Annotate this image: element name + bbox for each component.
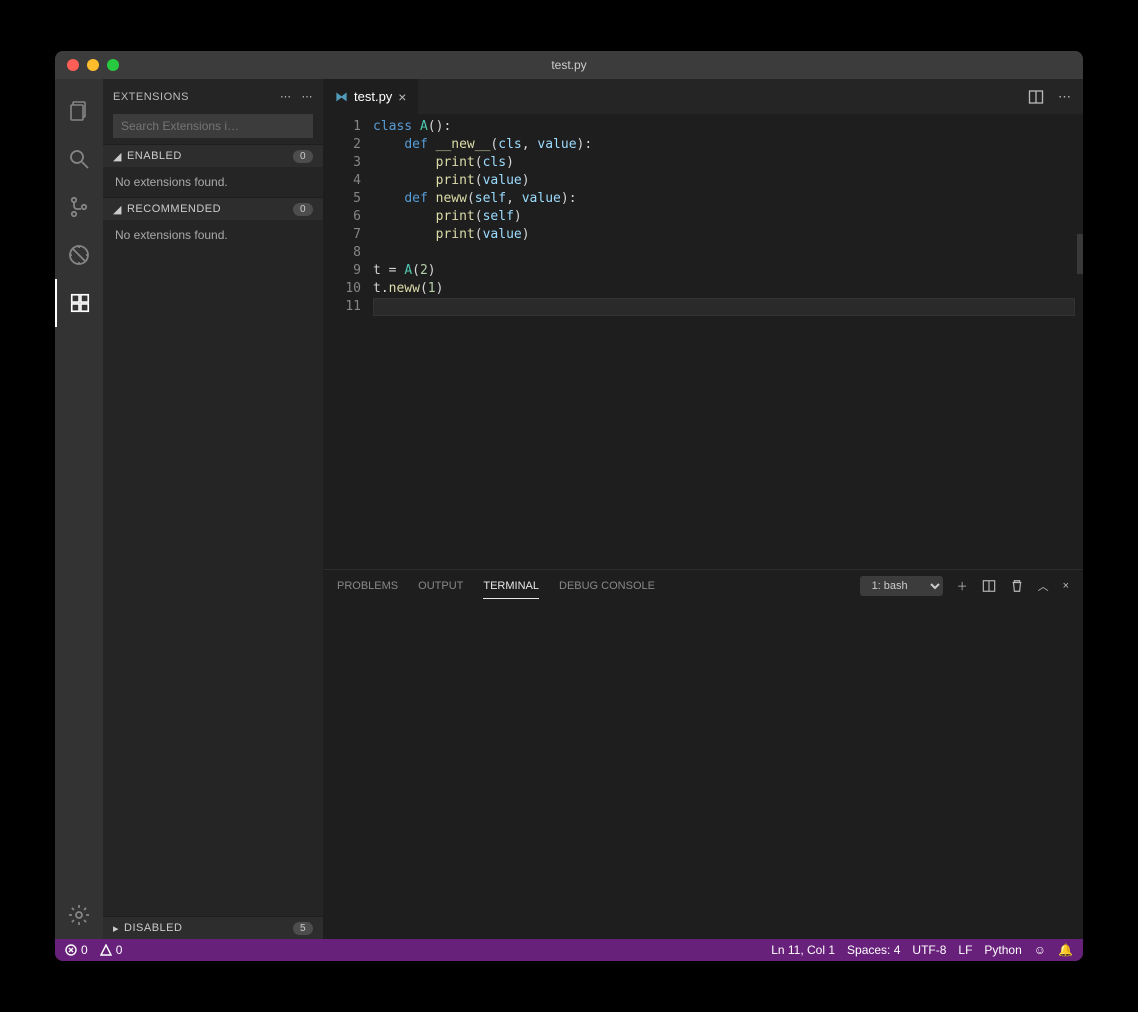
recommended-header[interactable]: ◢Recommended 0	[103, 198, 323, 220]
tab-debug-console[interactable]: Debug Console	[559, 574, 655, 599]
disabled-count-badge: 5	[293, 922, 313, 935]
status-warnings[interactable]: 0	[100, 943, 123, 957]
status-bar: 0 0 Ln 11, Col 1 Spaces: 4 UTF-8 LF Pyth…	[55, 939, 1083, 961]
disabled-header[interactable]: ▸Disabled 5	[103, 917, 323, 939]
status-eol[interactable]: LF	[958, 943, 972, 957]
tab-terminal[interactable]: Terminal	[483, 574, 539, 599]
settings-gear-icon[interactable]	[55, 891, 103, 939]
activity-bar	[55, 79, 103, 939]
maximize-window-button[interactable]	[107, 59, 119, 71]
chevron-down-icon: ◢	[113, 203, 122, 216]
status-lang[interactable]: Python	[984, 943, 1021, 957]
debug-icon[interactable]	[55, 231, 103, 279]
disabled-section: ▸Disabled 5	[103, 916, 323, 939]
recommended-count-badge: 0	[293, 203, 313, 216]
tab-test-py[interactable]: ⧓ test.py ×	[323, 79, 419, 114]
split-terminal-icon[interactable]	[982, 579, 996, 593]
tab-output[interactable]: Output	[418, 574, 463, 599]
tab-bar: ⧓ test.py × ⋯	[323, 79, 1083, 114]
terminal-body[interactable]	[323, 602, 1083, 939]
python-file-icon: ⧓	[335, 89, 348, 105]
search-icon[interactable]	[55, 135, 103, 183]
maximize-panel-icon[interactable]: ︿	[1038, 578, 1049, 594]
enabled-section: ◢Enabled 0 No extensions found.	[103, 144, 323, 197]
window-controls	[55, 59, 119, 71]
split-editor-icon[interactable]	[1028, 89, 1044, 105]
enabled-count-badge: 0	[293, 150, 313, 163]
titlebar: test.py	[55, 51, 1083, 79]
extensions-search	[113, 114, 313, 138]
status-encoding[interactable]: UTF-8	[912, 943, 946, 957]
tab-problems[interactable]: Problems	[337, 574, 398, 599]
extensions-icon[interactable]	[55, 279, 103, 327]
sidebar-header: Extensions ⋯ ⋯	[103, 79, 323, 114]
bottom-panel: Problems Output Terminal Debug Console 1…	[323, 569, 1083, 939]
explorer-icon[interactable]	[55, 87, 103, 135]
vscode-window: test.py Extensions ⋯ ⋯	[55, 51, 1083, 961]
enabled-empty: No extensions found.	[103, 167, 323, 197]
clear-filter-icon[interactable]: ⋯	[280, 90, 292, 103]
feedback-icon[interactable]: ☺	[1034, 943, 1046, 957]
close-window-button[interactable]	[67, 59, 79, 71]
tab-label: test.py	[354, 89, 392, 104]
minimap[interactable]	[1075, 114, 1083, 569]
code-editor[interactable]: 1234567891011 class A(): def __new__(cls…	[323, 114, 1083, 569]
editor-area: ⧓ test.py × ⋯ 1234567891011 class A(): d…	[323, 79, 1083, 939]
status-errors[interactable]: 0	[65, 943, 88, 957]
more-actions-icon[interactable]: ⋯	[302, 90, 314, 103]
chevron-down-icon: ◢	[113, 150, 122, 163]
editor-more-icon[interactable]: ⋯	[1058, 89, 1071, 105]
recommended-section: ◢Recommended 0 No extensions found.	[103, 197, 323, 916]
close-tab-icon[interactable]: ×	[398, 89, 406, 105]
sidebar-title: Extensions	[113, 91, 189, 103]
sidebar: Extensions ⋯ ⋯ ◢Enabled 0 No extensions …	[103, 79, 323, 939]
current-line-highlight	[373, 298, 1075, 316]
minimize-window-button[interactable]	[87, 59, 99, 71]
chevron-right-icon: ▸	[113, 922, 119, 935]
status-spaces[interactable]: Spaces: 4	[847, 943, 900, 957]
window-title: test.py	[55, 58, 1083, 72]
notifications-bell-icon[interactable]: 🔔	[1058, 943, 1073, 957]
close-panel-icon[interactable]: ×	[1063, 580, 1069, 592]
kill-terminal-icon[interactable]	[1010, 579, 1024, 593]
enabled-header[interactable]: ◢Enabled 0	[103, 145, 323, 167]
search-input[interactable]	[113, 114, 313, 138]
terminal-selector[interactable]: 1: bash	[860, 576, 943, 596]
status-lncol[interactable]: Ln 11, Col 1	[771, 943, 835, 957]
scm-icon[interactable]	[55, 183, 103, 231]
recommended-empty: No extensions found.	[103, 220, 323, 916]
line-number-gutter: 1234567891011	[323, 114, 373, 569]
code-content[interactable]: class A(): def __new__(cls, value): prin…	[373, 114, 1075, 569]
new-terminal-icon[interactable]: ＋	[957, 578, 968, 594]
